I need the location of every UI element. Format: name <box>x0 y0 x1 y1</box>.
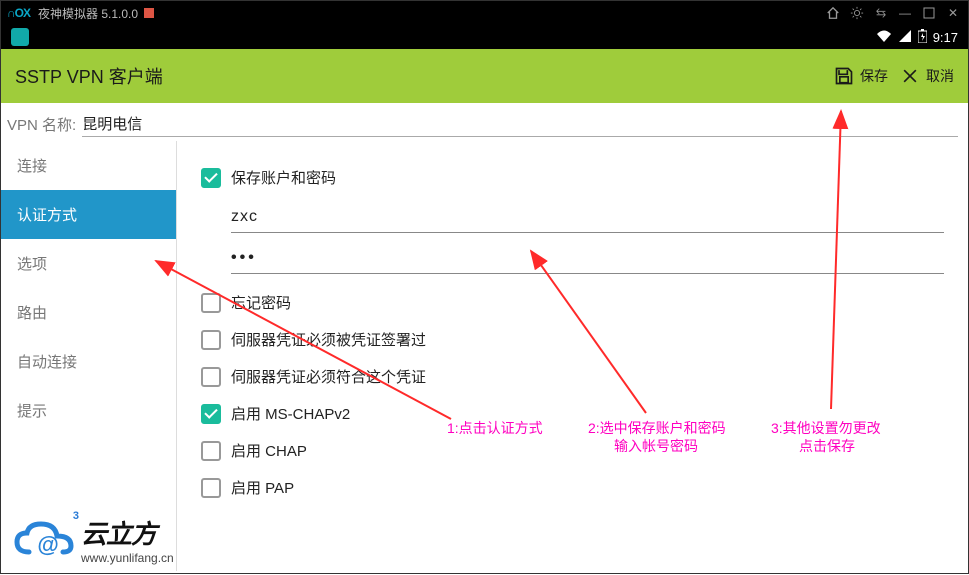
app-title: SSTP VPN 客户端 <box>15 63 822 89</box>
label-cert-match: 伺服器凭证必须符合这个凭证 <box>231 366 426 387</box>
window-titlebar: ∩OX 夜神模拟器 5.1.0.0 — ✕ <box>1 1 968 25</box>
emulator-brand: ∩OX <box>7 6 30 20</box>
label-cert-signed: 伺服器凭证必须被凭证签署过 <box>231 329 426 350</box>
battery-icon <box>918 29 927 46</box>
svg-text:@: @ <box>37 532 58 557</box>
signal-icon <box>898 29 912 46</box>
expand-icon[interactable] <box>872 4 890 22</box>
sidebar-item-route[interactable]: 路由 <box>1 288 176 337</box>
checkbox-mschap[interactable] <box>201 404 221 424</box>
sidebar-item-options[interactable]: 选项 <box>1 239 176 288</box>
app-notification-icon <box>11 28 29 46</box>
label-forget-password: 忘记密码 <box>231 292 291 313</box>
password-input[interactable] <box>231 243 944 274</box>
save-button[interactable]: 保存 <box>834 66 888 86</box>
label-chap: 启用 CHAP <box>231 440 307 461</box>
window-title: 夜神模拟器 5.1.0.0 <box>38 5 138 22</box>
sidebar: 连接 认证方式 选项 路由 自动连接 提示 <box>1 141 177 571</box>
cancel-button[interactable]: 取消 <box>900 66 954 86</box>
app-toolbar: SSTP VPN 客户端 保存 取消 <box>1 49 968 103</box>
label-pap: 启用 PAP <box>231 477 294 498</box>
vpn-name-label: VPN 名称: <box>7 114 76 135</box>
watermark-url: www.yunlifang.cn <box>81 551 174 565</box>
checkbox-cert-match[interactable] <box>201 367 221 387</box>
label-save-credentials: 保存账户和密码 <box>231 167 336 188</box>
checkbox-chap[interactable] <box>201 441 221 461</box>
gear-icon[interactable] <box>848 4 866 22</box>
sidebar-item-autoconn[interactable]: 自动连接 <box>1 337 176 386</box>
minimize-icon[interactable]: — <box>896 4 914 22</box>
watermark-title: 云立方 <box>81 514 174 551</box>
cancel-label: 取消 <box>926 66 954 86</box>
save-label: 保存 <box>860 66 888 86</box>
username-input[interactable] <box>231 202 944 233</box>
vpn-name-input[interactable] <box>82 111 958 137</box>
sidebar-item-hint[interactable]: 提示 <box>1 386 176 435</box>
sidebar-item-connect[interactable]: 连接 <box>1 141 176 190</box>
checkbox-cert-signed[interactable] <box>201 330 221 350</box>
warning-badge <box>144 8 154 18</box>
content-panel: 保存账户和密码 忘记密码 伺服器凭证必须被凭证签署过 伺服器凭证必须符合这个凭证… <box>177 141 968 571</box>
home-icon[interactable] <box>824 4 842 22</box>
wifi-icon <box>876 29 892 46</box>
label-mschap: 启用 MS-CHAPv2 <box>231 403 350 424</box>
sidebar-item-auth[interactable]: 认证方式 <box>1 190 176 239</box>
vpn-name-row: VPN 名称: <box>1 103 968 141</box>
maximize-icon[interactable] <box>920 4 938 22</box>
checkbox-pap[interactable] <box>201 478 221 498</box>
checkbox-save-credentials[interactable] <box>201 168 221 188</box>
watermark-logo: @ 3 云立方 www.yunlifang.cn <box>13 514 174 565</box>
android-status-bar: 9:17 <box>1 25 968 49</box>
checkbox-forget-password[interactable] <box>201 293 221 313</box>
close-icon[interactable]: ✕ <box>944 4 962 22</box>
clock-text: 9:17 <box>933 30 958 45</box>
